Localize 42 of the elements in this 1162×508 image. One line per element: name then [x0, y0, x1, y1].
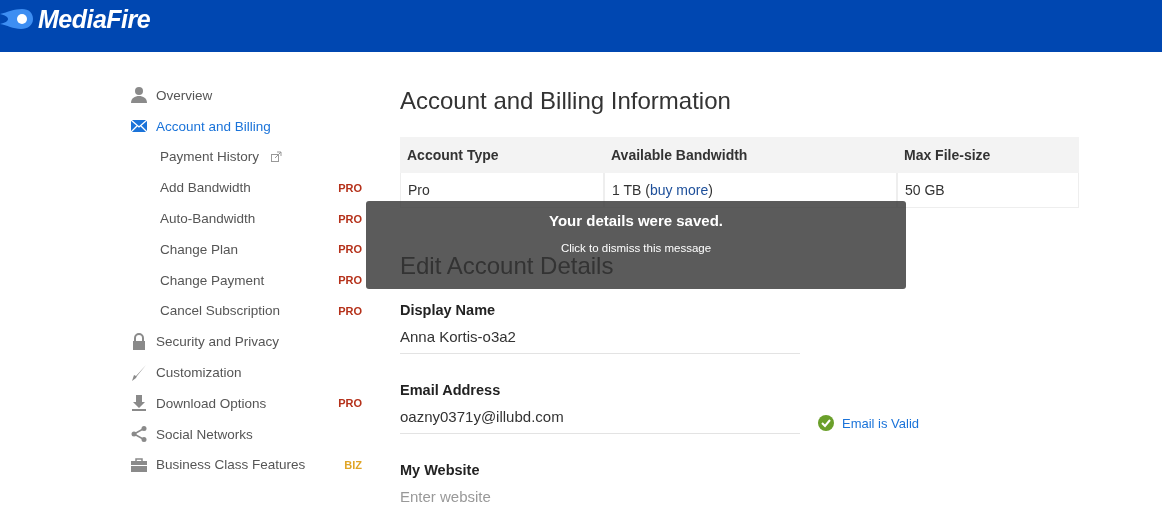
- plan-label: PRO: [338, 304, 362, 317]
- briefcase-icon: [130, 455, 148, 474]
- buy-more-link[interactable]: buy more: [649, 182, 709, 198]
- plan-label: PRO: [338, 181, 362, 194]
- sidebar-subitem[interactable]: Add Bandwidth: [160, 180, 251, 196]
- sidebar-item[interactable]: Account and Billing: [130, 117, 271, 136]
- plan-label: PRO: [338, 397, 362, 410]
- sidebar-item[interactable]: Social Networks: [130, 425, 253, 444]
- validation-text: Email is Valid: [842, 415, 920, 431]
- person-icon: [130, 86, 148, 105]
- toast-hint: Click to dismiss this message: [560, 242, 712, 254]
- sidebar-item[interactable]: Customization: [130, 363, 242, 382]
- sidebar-subitem[interactable]: Payment History: [160, 149, 260, 165]
- check-icon: [818, 415, 834, 431]
- column-header: Available Bandwidth: [604, 137, 897, 173]
- sidebar-subitem[interactable]: Auto-Bandwidth: [160, 211, 256, 227]
- field-label: My Website: [400, 462, 481, 478]
- logo-text[interactable]: MediaFire: [38, 4, 151, 34]
- lock-icon: [130, 332, 148, 351]
- field-label: Display Name: [400, 302, 497, 318]
- download-icon: [130, 394, 148, 413]
- sidebar-item[interactable]: Overview: [130, 86, 213, 105]
- table-cell: 1 TB (buy more): [612, 182, 713, 198]
- sidebar-item[interactable]: Business Class Features: [130, 455, 306, 474]
- plan-label: BIZ: [344, 458, 362, 471]
- sidebar-subitem[interactable]: Cancel Subscription: [160, 303, 281, 319]
- column-header: Account Type: [400, 137, 604, 173]
- sidebar-item[interactable]: Download Options: [130, 394, 267, 413]
- toast-title: Your details were saved.: [549, 212, 723, 229]
- share-icon: [130, 425, 148, 444]
- table-cell: 50 GB: [905, 182, 945, 198]
- page-title: Account and Billing Information: [400, 87, 732, 116]
- sidebar-subitem[interactable]: Change Plan: [160, 241, 239, 257]
- sidebar-item[interactable]: Security and Privacy: [130, 332, 280, 351]
- sidebar-subitem[interactable]: Change Payment: [160, 272, 265, 288]
- field-label: Email Address: [400, 382, 502, 398]
- plan-label: PRO: [338, 212, 362, 225]
- table-cell: Pro: [408, 182, 430, 198]
- plan-label: PRO: [338, 274, 362, 287]
- logo-icon: [0, 8, 34, 30]
- plan-label: PRO: [338, 243, 362, 256]
- column-header: Max File-size: [897, 137, 1079, 173]
